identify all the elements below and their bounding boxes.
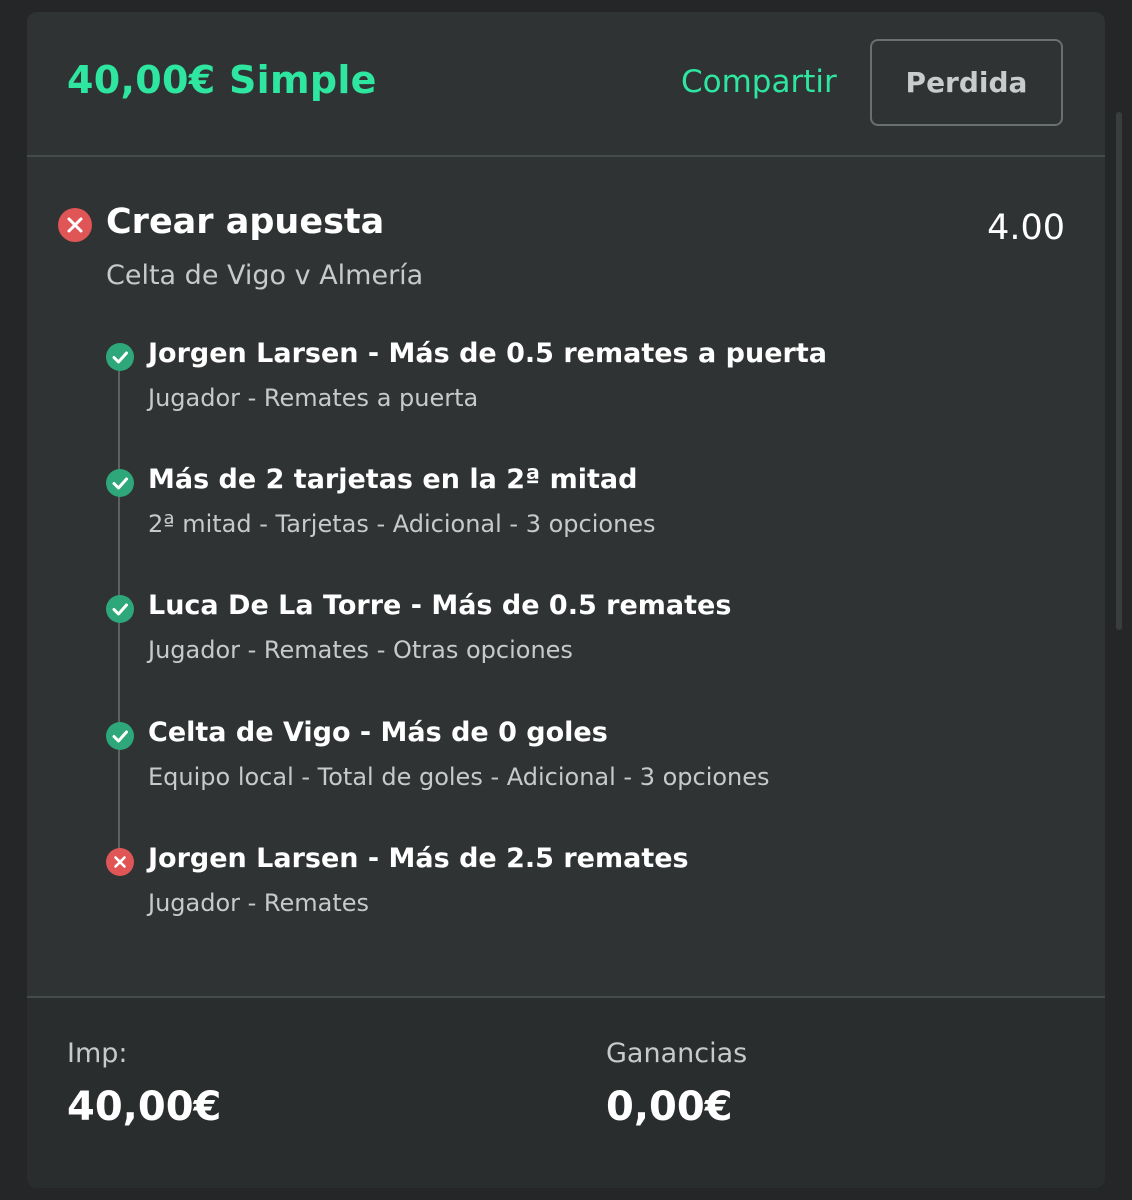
share-link[interactable]: Compartir: [681, 64, 837, 100]
check-circle-icon: [106, 343, 134, 371]
selection-title: Celta de Vigo - Más de 0 goles: [148, 717, 608, 748]
selection-subtitle: Jugador - Remates - Otras opciones: [148, 636, 573, 664]
bet-title: 40,00€ Simple: [67, 58, 377, 102]
check-circle-icon: [106, 722, 134, 750]
bet-header: 40,00€ Simple Compartir Perdida: [27, 12, 1105, 157]
selection-subtitle: Jugador - Remates a puerta: [148, 384, 479, 412]
bet-type-title: Crear apuesta: [106, 202, 385, 242]
selection-subtitle: 2ª mitad - Tarjetas - Adicional - 3 opci…: [148, 510, 656, 538]
bet-footer: Imp: 40,00€ Ganancias 0,00€: [27, 998, 1105, 1188]
returns-value: 0,00€: [606, 1084, 733, 1130]
bet-card: 40,00€ Simple Compartir Perdida Crear ap…: [27, 12, 1105, 1188]
selection-subtitle: Equipo local - Total de goles - Adiciona…: [148, 763, 770, 791]
check-circle-icon: [106, 469, 134, 497]
stake-value: 40,00€: [67, 1084, 222, 1130]
selection-title: Luca De La Torre - Más de 0.5 remates: [148, 590, 732, 621]
x-circle-icon: [106, 848, 134, 876]
check-circle-icon: [106, 595, 134, 623]
stake-label: Imp:: [67, 1038, 128, 1069]
selection-title: Más de 2 tarjetas en la 2ª mitad: [148, 464, 638, 495]
returns-label: Ganancias: [606, 1038, 748, 1069]
match-name: Celta de Vigo v Almería: [106, 260, 424, 291]
selection-subtitle: Jugador - Remates: [148, 889, 370, 917]
status-button[interactable]: Perdida: [870, 39, 1063, 126]
bet-odds: 4.00: [987, 208, 1065, 248]
x-circle-icon: [58, 208, 92, 242]
selection-title: Jorgen Larsen - Más de 0.5 remates a pue…: [148, 338, 827, 369]
selection-title: Jorgen Larsen - Más de 2.5 remates: [148, 843, 689, 874]
scrollbar[interactable]: [1116, 112, 1122, 630]
